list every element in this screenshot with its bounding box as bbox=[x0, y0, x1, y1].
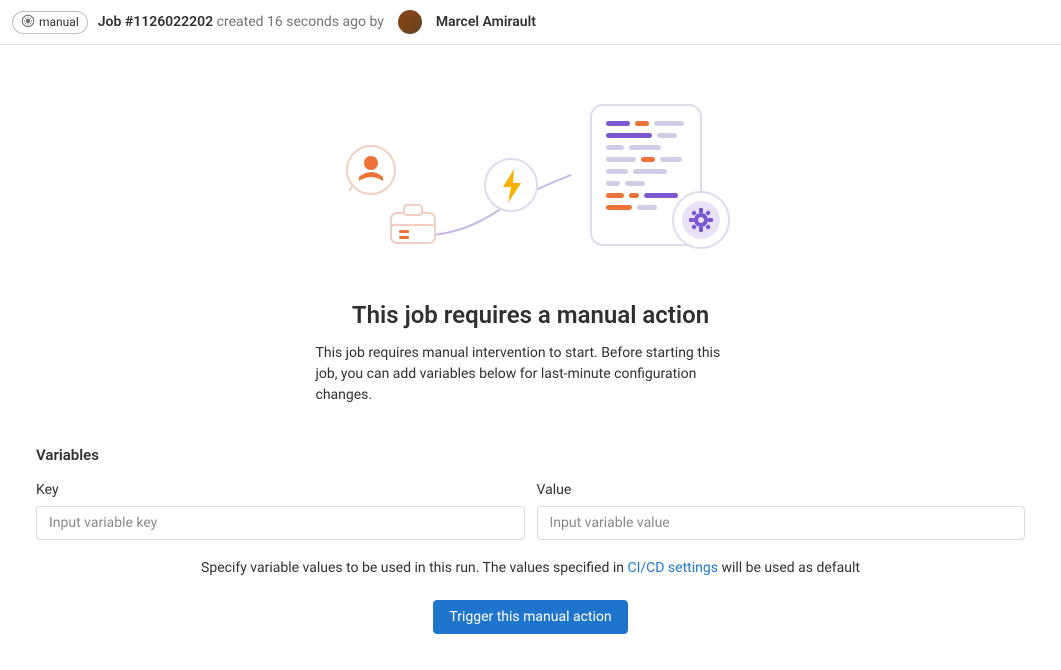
variables-section: Variables Key Value Specify variable val… bbox=[36, 446, 1025, 634]
trigger-wrap: Trigger this manual action bbox=[36, 600, 1025, 634]
variable-key-input[interactable] bbox=[36, 506, 525, 540]
manual-action-illustration bbox=[331, 95, 731, 265]
gear-icon bbox=[21, 14, 35, 31]
avatar[interactable] bbox=[398, 10, 422, 34]
page-title: This job requires a manual action bbox=[36, 301, 1025, 329]
illustration-wrap bbox=[36, 95, 1025, 265]
variables-title: Variables bbox=[36, 446, 1025, 464]
variable-key-col: Key bbox=[36, 482, 525, 540]
key-label: Key bbox=[36, 482, 525, 498]
value-label: Value bbox=[537, 482, 1026, 498]
created-text: created 16 seconds ago by bbox=[217, 14, 384, 30]
trigger-button[interactable]: Trigger this manual action bbox=[433, 600, 627, 634]
hint-text: Specify variable values to be used in th… bbox=[36, 560, 1025, 576]
hint-suffix: will be used as default bbox=[718, 560, 860, 576]
heading-wrap: This job requires a manual action This j… bbox=[36, 301, 1025, 406]
page-description: This job requires manual intervention to… bbox=[316, 343, 746, 406]
variable-row: Key Value bbox=[36, 482, 1025, 540]
status-badge: manual bbox=[12, 11, 88, 34]
status-label: manual bbox=[39, 15, 79, 29]
hint-prefix: Specify variable values to be used in th… bbox=[201, 560, 627, 576]
cicd-settings-link[interactable]: CI/CD settings bbox=[627, 560, 718, 576]
job-title: Job #1126022202 bbox=[98, 14, 213, 30]
variable-value-col: Value bbox=[537, 482, 1026, 540]
variable-value-input[interactable] bbox=[537, 506, 1026, 540]
content-area: This job requires a manual action This j… bbox=[0, 45, 1061, 670]
job-title-block: Job #1126022202 created 16 seconds ago b… bbox=[98, 14, 384, 30]
job-header: manual Job #1126022202 created 16 second… bbox=[0, 0, 1061, 45]
author-name[interactable]: Marcel Amirault bbox=[436, 14, 536, 30]
